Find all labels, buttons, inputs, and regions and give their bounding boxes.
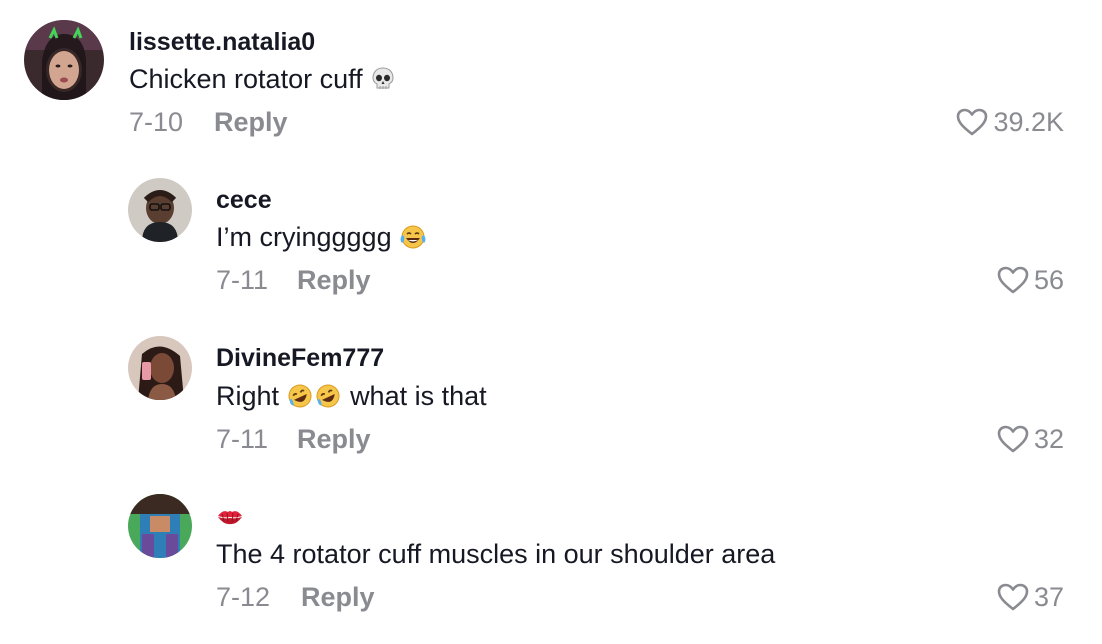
like-button[interactable]: 39.2K [955,106,1064,138]
comment-date: 7-10 [129,107,184,137]
comment-text-body: I’m cryinggggg [216,222,392,252]
avatar[interactable] [128,494,192,558]
like-button[interactable]: 32 [996,423,1064,455]
comment-username[interactable]: lissette.natalia0 [129,27,315,57]
comment-username[interactable]: DivineFem777 [216,343,384,373]
comments-panel: { "comments": [ { "username": "lissette.… [0,0,1102,644]
comment-username[interactable]: cece [216,185,272,215]
comment-date: 7-11 [216,424,269,454]
like-button[interactable]: 56 [996,264,1064,296]
skull-icon [370,66,396,99]
reply-button[interactable]: Reply [297,264,371,296]
like-count: 32 [1033,424,1064,454]
comment-text: I’m cryinggggg [216,221,427,257]
heart-icon [955,107,989,137]
kiss-mark-icon [216,505,244,535]
reply-button[interactable]: Reply [301,581,375,613]
like-count: 39.2K [993,107,1064,137]
avatar[interactable] [24,20,104,100]
reply-button[interactable]: Reply [214,106,288,138]
heart-icon [996,582,1030,612]
like-count: 56 [1033,265,1064,295]
avatar[interactable] [128,178,192,242]
comment-username[interactable] [216,501,244,535]
comment-text-body: Right [216,381,280,411]
comment-date: 7-11 [216,265,269,295]
heart-icon [996,265,1030,295]
comment-text: Right what is that [216,380,487,416]
heart-icon [996,424,1030,454]
avatar[interactable] [128,336,192,400]
laughing-tears-icon [399,224,427,257]
comment-text: Chicken rotator cuff [129,63,396,99]
comment-text: The 4 rotator cuff muscles in our should… [216,539,776,569]
reply-button[interactable]: Reply [297,423,371,455]
like-button[interactable]: 37 [996,581,1064,613]
comment-date: 7-12 [216,582,271,612]
comment-text-body: Chicken rotator cuff [129,64,363,94]
comment-text-body: what is that [350,381,487,411]
like-count: 37 [1033,582,1064,612]
rolling-laughing-icon [287,383,343,416]
